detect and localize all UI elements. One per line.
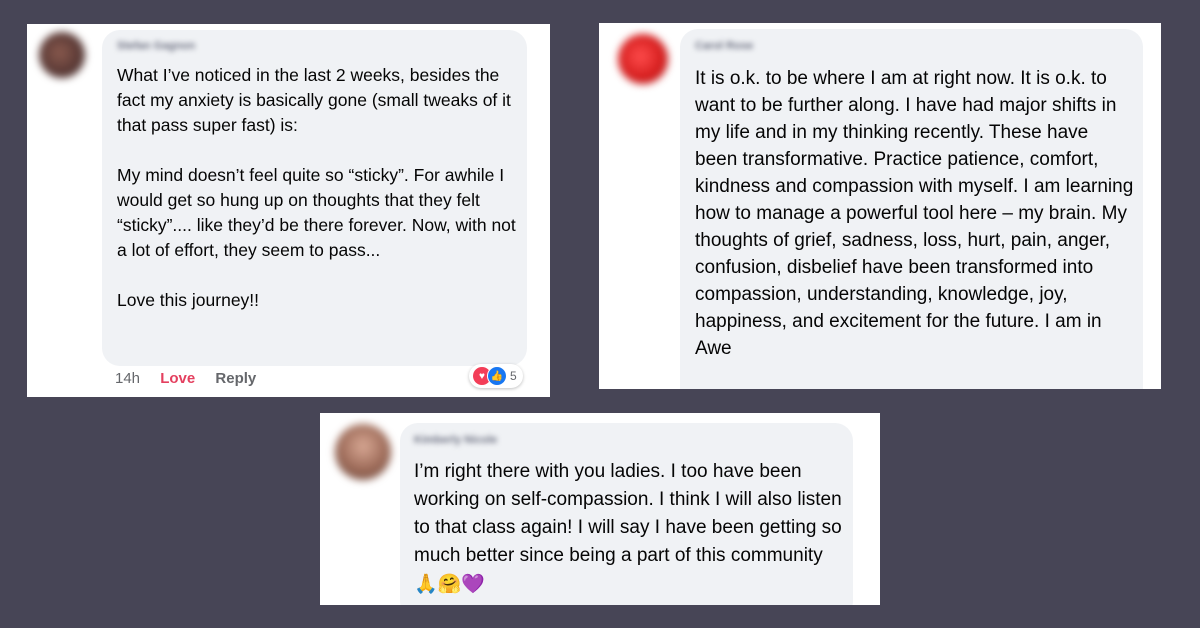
comment-bubble: Carol Rose It is o.k. to be where I am a… xyxy=(680,29,1143,389)
reply-button[interactable]: Reply xyxy=(215,370,256,387)
comment-bubble: Kimberly Nicole I’m right there with you… xyxy=(400,423,853,605)
comment-card-3: Kimberly Nicole I’m right there with you… xyxy=(320,413,880,605)
emoji-group: 🙏🤗💜 xyxy=(414,573,485,595)
like-icon: 👍 xyxy=(487,366,507,386)
avatar[interactable] xyxy=(618,34,668,84)
comment-text-body: I’m right there with you ladies. I too h… xyxy=(414,461,842,566)
comment-card-1: Stefan Gagnon What I’ve noticed in the l… xyxy=(27,24,550,397)
avatar[interactable] xyxy=(39,32,85,78)
author-name[interactable]: Kimberly Nicole xyxy=(414,434,497,446)
comment-card-2: Carol Rose It is o.k. to be where I am a… xyxy=(599,23,1161,389)
comment-actions: 14h Love Reply xyxy=(115,370,272,387)
avatar[interactable] xyxy=(335,424,391,480)
reaction-summary[interactable]: ♥ 👍 5 xyxy=(469,364,523,388)
author-name[interactable]: Carol Rose xyxy=(695,40,753,52)
timestamp[interactable]: 14h xyxy=(115,370,140,387)
love-button[interactable]: Love xyxy=(160,370,195,387)
comment-text: It is o.k. to be where I am at right now… xyxy=(695,68,1134,359)
comment-text: I’m right there with you ladies. I too h… xyxy=(414,458,844,599)
comment-text: What I’ve noticed in the last 2 weeks, b… xyxy=(117,65,516,310)
comment-bubble: Stefan Gagnon What I’ve noticed in the l… xyxy=(102,30,527,366)
author-name[interactable]: Stefan Gagnon xyxy=(117,40,195,52)
reaction-count: 5 xyxy=(510,369,517,383)
